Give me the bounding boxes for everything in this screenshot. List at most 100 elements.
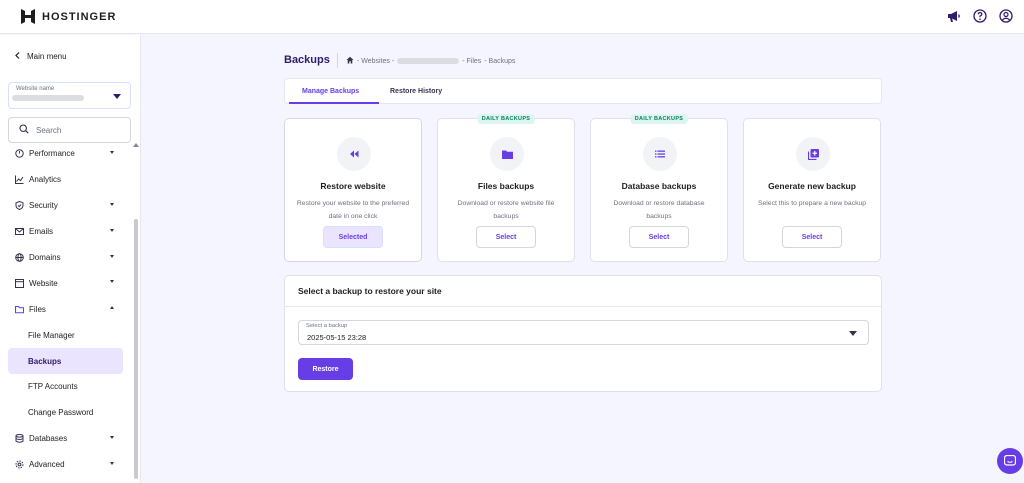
chevron-up-icon [110, 306, 114, 310]
website-select[interactable]: Website name [8, 82, 131, 109]
main-menu-link[interactable]: Main menu [15, 52, 67, 61]
main-menu-label: Main menu [27, 52, 67, 61]
page-title: Backups [284, 54, 330, 66]
daily-backups-badge: DAILY BACKUPS [477, 114, 535, 124]
sidebar-subitem-change-password[interactable]: Change Password [0, 400, 130, 426]
sidebar-subitem-file-manager[interactable]: File Manager [0, 322, 130, 348]
sidebar-item-label: Security [29, 201, 58, 211]
scroll-thumb[interactable] [134, 219, 138, 479]
sidebar-item-advanced[interactable]: Advanced [0, 452, 130, 478]
sidebar-item-label: Advanced [29, 460, 65, 470]
sidebar-item-label: Emails [29, 227, 54, 237]
chart-icon [15, 175, 24, 185]
search-placeholder: Search [36, 125, 62, 135]
restore-button[interactable]: Restore [298, 358, 353, 380]
chevron-down-icon [110, 435, 114, 439]
sidebar-item-website[interactable]: Website [0, 270, 130, 296]
daily-backups-badge: DAILY BACKUPS [630, 114, 688, 124]
breadcrumb-backups: - Backups [484, 57, 516, 65]
brand-name: HOSTINGER [42, 10, 117, 23]
backup-tabs: Manage Backups Restore History [284, 78, 882, 104]
megaphone-icon[interactable] [946, 8, 962, 24]
search-icon [19, 124, 29, 136]
card-restore-website[interactable]: Restore website Restore your website to … [284, 118, 422, 262]
sidebar-item-label: Website [29, 278, 58, 288]
card-title: Restore website [320, 181, 386, 191]
sidebar-item-emails[interactable]: Emails [0, 219, 130, 245]
sidebar-subitem-ftp-accounts[interactable]: FTP Accounts [0, 374, 130, 400]
card-files-backups[interactable]: DAILY BACKUPS Files backups Download or … [437, 114, 575, 262]
card-description: Restore your website to the preferred da… [296, 200, 410, 220]
select-button[interactable]: Select [629, 226, 689, 248]
help-icon[interactable] [972, 8, 988, 24]
caret-down-icon [113, 94, 121, 99]
select-button[interactable]: Select [782, 226, 842, 248]
backup-select-label: Select a backup [306, 323, 348, 329]
chat-icon [1004, 455, 1016, 466]
globe-icon [15, 253, 24, 262]
tab-manage-backups[interactable]: Manage Backups [302, 88, 359, 95]
card-title: Files backups [477, 181, 535, 191]
top-bar: HOSTINGER [0, 0, 1024, 34]
backup-select-value: 2025-05-15 23:28 [307, 333, 367, 342]
selected-button[interactable]: Selected [323, 226, 383, 248]
breadcrumb-files[interactable]: - Files [462, 58, 481, 65]
chevron-down-icon [110, 151, 114, 154]
restore-panel: Select a backup to restore your site Sel… [284, 275, 882, 392]
active-tab-indicator [289, 102, 379, 104]
gear-icon [15, 460, 24, 469]
chevron-left-icon [15, 52, 20, 61]
sidebar-item-label: Domains [29, 253, 61, 262]
card-generate-new-backup[interactable]: Generate new backup Select this to prepa… [743, 118, 881, 262]
shield-icon [15, 201, 24, 211]
mail-icon [15, 227, 24, 236]
breadcrumb-site-redacted[interactable] [397, 58, 460, 64]
breadcrumb: - Websites - - Files - Backups [346, 56, 515, 66]
breadcrumb-websites[interactable]: - Websites - [357, 58, 394, 65]
rewind-icon [337, 137, 371, 171]
list-icon [643, 137, 677, 171]
account-icon[interactable] [998, 8, 1014, 24]
database-icon [15, 434, 24, 443]
sidebar-item-domains[interactable]: Domains [0, 245, 130, 271]
sidebar-scrollbar[interactable] [133, 143, 139, 483]
home-icon[interactable] [346, 56, 354, 66]
divider [285, 306, 881, 307]
card-description: Download or restore database backups [613, 200, 705, 220]
sidebar-item-performance[interactable]: Performance [0, 141, 130, 167]
sidebar-item-files[interactable]: Files [0, 296, 130, 322]
sidebar-item-analytics[interactable]: Analytics [0, 167, 130, 193]
sidebar-item-label: Performance [29, 149, 75, 159]
search-input[interactable]: Search [8, 117, 131, 143]
chevron-down-icon [110, 254, 114, 258]
gauge-icon [15, 149, 24, 159]
select-button[interactable]: Select [476, 226, 536, 248]
tab-restore-history[interactable]: Restore History [390, 88, 442, 95]
sidebar-subitem-backups[interactable]: Backups [8, 348, 123, 375]
folder-icon [490, 137, 524, 171]
hostinger-logo[interactable]: HOSTINGER [21, 9, 116, 24]
card-database-backups[interactable]: DAILY BACKUPS Database backups Download … [590, 114, 728, 262]
sidebar-item-label: Analytics [29, 175, 62, 185]
window-icon [15, 278, 24, 288]
sidebar-item-security[interactable]: Security [0, 193, 130, 219]
sidebar-nav: Performance Analytics Security Emails Do… [0, 141, 130, 478]
card-title: Database backups [621, 181, 697, 191]
chat-button[interactable] [997, 448, 1023, 474]
sidebar-item-databases[interactable]: Databases [0, 426, 130, 452]
chevron-down-icon [110, 228, 114, 232]
scroll-up-icon[interactable] [133, 143, 139, 147]
chevron-down-icon [110, 202, 114, 206]
folder-icon [15, 305, 24, 314]
chevron-down-icon [110, 461, 114, 465]
card-title: Generate new backup [768, 181, 856, 191]
card-description: Download or restore website file backups [457, 200, 555, 220]
title-divider [337, 53, 338, 68]
restore-panel-title: Select a backup to restore your site [298, 286, 442, 296]
caret-down-icon [849, 331, 857, 336]
chevron-down-icon [110, 280, 114, 284]
add-copy-icon [796, 137, 830, 171]
sidebar-item-label: Databases [29, 434, 68, 444]
backup-select[interactable]: Select a backup 2025-05-15 23:28 [298, 320, 869, 345]
website-name-redacted [12, 95, 84, 101]
